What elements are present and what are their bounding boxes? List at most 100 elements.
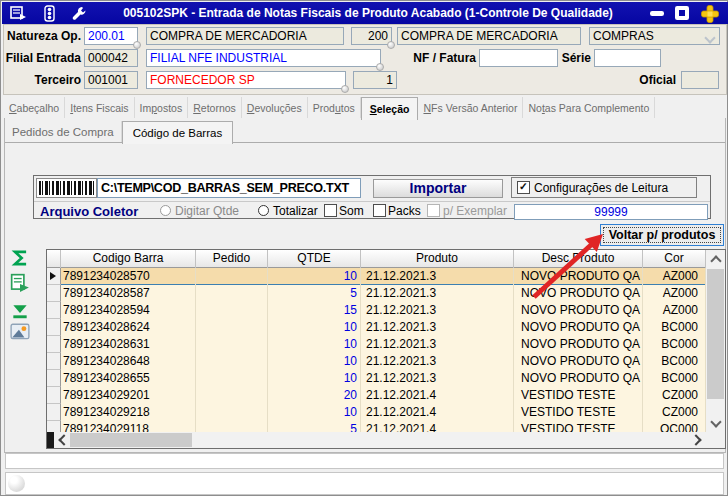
chevron-down-icon[interactable] [704, 32, 715, 43]
cell-qtde: 10 [268, 268, 361, 285]
cell-codigo-barra: 7891234028631 [61, 336, 196, 353]
cell-codigo-barra: 7891234028648 [61, 353, 196, 370]
maximize-icon[interactable] [673, 5, 691, 21]
packs-checkbox[interactable] [373, 204, 386, 217]
row-selector-cell[interactable] [47, 404, 61, 421]
tab-selecao[interactable]: Seleção [361, 97, 419, 120]
sum-sigma-icon[interactable] [10, 248, 32, 270]
tab-devolucoes[interactable]: Devoluções [242, 97, 308, 118]
terceiro-desc-field[interactable]: FORNECEDOR SP [146, 71, 346, 89]
tipo-combo[interactable]: COMPRAS [589, 27, 720, 45]
exemplar-checkbox[interactable] [427, 204, 440, 217]
grid-row-4[interactable]: 78912340286311021.12.2021.3NOVO PRODUTO … [47, 336, 706, 353]
row-selector-cell[interactable] [47, 319, 61, 336]
status-ball-icon [8, 475, 25, 492]
app-window: 005102SPK - Entrada de Notas Fiscais de … [0, 0, 728, 496]
scroll-left-icon[interactable] [54, 432, 70, 448]
grid-resize-handle [47, 432, 54, 448]
grid-row-9[interactable]: 7891234029118521.12.2021.4VESTIDO TESTEO… [47, 421, 706, 432]
export-grid-icon[interactable] [10, 273, 32, 295]
cell-pedido [196, 387, 268, 404]
digitar-qtde-radio[interactable] [160, 205, 171, 216]
cell-pedido [196, 285, 268, 302]
natureza-desc-field[interactable]: COMPRA DE MERCADORIA [146, 27, 344, 45]
cell-desc-produto: VESTIDO TESTE [514, 387, 643, 404]
hint-bubble [376, 63, 384, 71]
grid-header-produto[interactable]: Produto [361, 250, 514, 268]
voltar-produtos-button[interactable]: Voltar p/ produtos [600, 224, 724, 246]
grid-header-qtde[interactable]: QTDE [268, 250, 361, 268]
close-plus-icon[interactable] [698, 5, 722, 21]
scroll-up-icon[interactable] [706, 250, 725, 268]
row-selector-cell[interactable] [47, 421, 61, 432]
vertical-scroll-thumb[interactable] [707, 269, 724, 399]
tab-produtos[interactable]: Produtos [308, 97, 361, 118]
subtab-pedidos-de-compra[interactable]: Pedidos de Compra [5, 121, 122, 142]
grid-row-2[interactable]: 78912340285941521.12.2021.3NOVO PRODUTO … [47, 302, 706, 319]
natureza-code-field[interactable]: 200.01 [84, 27, 138, 45]
import-button[interactable]: Importar [373, 179, 503, 198]
terceiro-code-field[interactable]: 001001 [84, 71, 138, 89]
grid-row-5[interactable]: 78912340286481021.12.2021.3NOVO PRODUTO … [47, 353, 706, 370]
oficial-field[interactable] [681, 71, 719, 89]
tab-cabecalho[interactable]: Cabeçalho [4, 97, 65, 118]
limit-field[interactable]: 99999 [514, 204, 708, 220]
filial-desc-field[interactable]: FILIAL NFE INDUSTRIAL [146, 49, 381, 67]
row-selector-cell[interactable] [47, 387, 61, 404]
som-checkbox[interactable] [324, 204, 337, 217]
grid-header-cor[interactable]: Cor [643, 250, 706, 268]
form-icon[interactable] [10, 5, 28, 22]
wrench-icon[interactable] [70, 5, 88, 22]
row-selector-cell[interactable] [47, 302, 61, 319]
grid-row-7[interactable]: 78912340292012021.12.2021.4VESTIDO TESTE… [47, 387, 706, 404]
filial-code-field[interactable]: 000042 [84, 49, 138, 67]
row-selector-cell[interactable] [47, 336, 61, 353]
terceiro-num-field[interactable]: 1 [353, 71, 397, 89]
grid-header-codigo-barra[interactable]: Codigo Barra [61, 250, 196, 268]
row-selector-cell[interactable] [47, 370, 61, 387]
cell-codigo-barra: 7891234029118 [61, 421, 196, 432]
cell-cor: BC000 [643, 336, 706, 353]
totalizar-radio[interactable] [258, 205, 269, 216]
row-selector-cell[interactable] [47, 285, 61, 302]
grid-row-3[interactable]: 78912340286241021.12.2021.3NOVO PRODUTO … [47, 319, 706, 336]
cell-produto: 21.12.2021.3 [361, 268, 514, 285]
scroll-right-icon[interactable] [689, 432, 706, 448]
cell-qtde: 20 [268, 387, 361, 404]
horizontal-scroll-thumb[interactable] [70, 433, 192, 447]
row-selector-cell[interactable] [47, 353, 61, 370]
image-icon[interactable] [10, 322, 32, 344]
traffic-light-icon[interactable] [41, 5, 59, 22]
natureza-num-field[interactable]: 200 [351, 27, 392, 45]
serie-field[interactable] [594, 49, 661, 67]
cell-codigo-barra: 7891234029201 [61, 387, 196, 404]
natureza-desc2-field[interactable]: COMPRA DE MERCADORIA [397, 27, 581, 45]
minimize-icon[interactable] [648, 5, 666, 21]
grid-header-pedido[interactable]: Pedido [196, 250, 268, 268]
tab-nfs-versao-anterior[interactable]: NFs Versão Anterior [418, 97, 523, 118]
subtab-codigo-de-barras[interactable]: Código de Barras [122, 121, 234, 144]
grid-row-6[interactable]: 78912340286551021.12.2021.3NOVO PRODUTO … [47, 370, 706, 387]
cell-qtde: 5 [268, 285, 361, 302]
row-selector-cell[interactable] [47, 268, 61, 285]
cell-cor: BC000 [643, 353, 706, 370]
cell-pedido [196, 336, 268, 353]
cell-codigo-barra: 7891234029218 [61, 404, 196, 421]
file-path-field[interactable]: C:\TEMP\COD_BARRAS_SEM_PRECO.TXT [97, 178, 361, 198]
scroll-down-icon[interactable] [706, 414, 725, 432]
vertical-scrollbar[interactable] [706, 250, 725, 432]
tab-impostos[interactable]: Impostos [135, 97, 189, 118]
som-label: Som [339, 204, 364, 219]
config-checkbox[interactable]: ✓ [517, 181, 530, 194]
tab-notas-para-complemento[interactable]: Notas Para Complemento [523, 97, 655, 118]
tab-retornos[interactable]: Retornos [188, 97, 242, 118]
cell-cor: CZ000 [643, 404, 706, 421]
horizontal-scrollbar[interactable] [47, 432, 706, 448]
coletor-row: Arquivo Coletor Digitar Qtde Totalizar S… [34, 201, 710, 220]
grid-row-8[interactable]: 78912340292181021.12.2021.4VESTIDO TESTE… [47, 404, 706, 421]
tab-itens-fiscais[interactable]: Itens Fiscais [65, 97, 134, 118]
cell-produto: 21.12.2021.3 [361, 336, 514, 353]
cell-cor: CZ000 [643, 387, 706, 404]
cell-pedido [196, 370, 268, 387]
append-bottom-icon[interactable] [10, 302, 32, 324]
